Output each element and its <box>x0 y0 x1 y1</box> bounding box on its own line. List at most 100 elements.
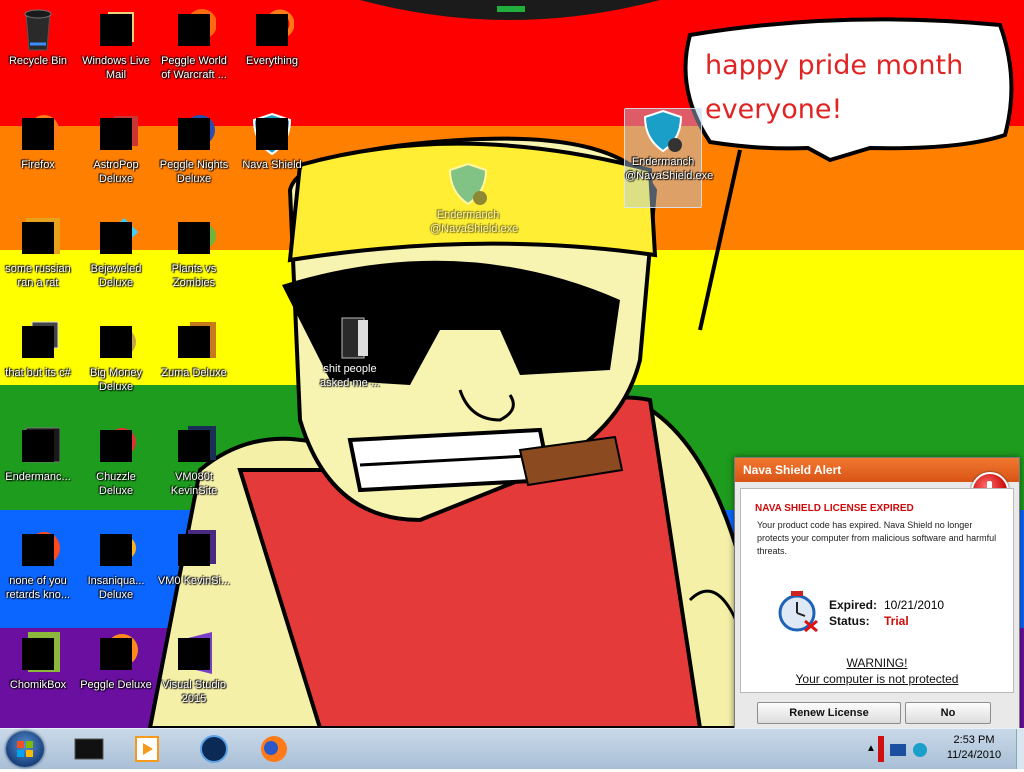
taskbar-clock[interactable]: 2:53 PM 11/24/2010 <box>934 733 1014 763</box>
plants-vs-zombies-icon[interactable]: Plants vs Zombies <box>156 216 232 290</box>
chuzzle-icon[interactable]: Chuzzle Deluxe <box>78 424 154 498</box>
vm0-kevinsite-icon[interactable]: VM0 KevinSi... <box>156 528 232 588</box>
search-glyph <box>250 8 295 52</box>
media-player-icon[interactable] <box>128 733 168 765</box>
icon-label: some russian ran a rat <box>5 263 71 289</box>
icon-label: Nava Shield <box>242 159 302 171</box>
status-row: Status: <box>829 614 870 628</box>
icon-label: Insaniqua... Deluxe <box>87 575 145 601</box>
speech-bubble-text: happy pride month everyone! <box>705 50 964 125</box>
windows-glyph <box>16 320 60 364</box>
expired-value: 10/21/2010 <box>884 598 945 612</box>
icon-label: Peggle Deluxe <box>80 679 152 691</box>
insaniquarium-icon[interactable]: Insaniqua... Deluxe <box>78 528 154 602</box>
visual-studio-icon[interactable]: Visual Studio 2015 <box>156 632 232 706</box>
peggle-nights-icon[interactable]: Peggle Nights Deluxe <box>156 112 232 186</box>
everything-icon[interactable]: Everything <box>234 8 310 68</box>
peggle-wow-glyph <box>172 8 217 52</box>
zuma-glyph <box>172 320 216 364</box>
that-but-its-c-icon[interactable]: that but its c# <box>0 320 76 380</box>
icon-label: VM0 KevinSi... <box>157 575 231 587</box>
icon-label: VM080t KevinSite <box>170 471 218 497</box>
vm-glyph <box>172 528 216 572</box>
peggle-deluxe-icon[interactable]: Peggle Deluxe <box>78 632 154 692</box>
warning-text: Your computer is not protected <box>795 672 959 686</box>
chomikbox-icon[interactable]: ChomikBox <box>0 632 76 692</box>
icon-label: Endermanc... <box>5 471 71 483</box>
bejeweled-icon[interactable]: Bejeweled Deluxe <box>78 216 154 290</box>
plant-glyph <box>172 216 216 260</box>
nava-shield-exe-drag-ghost: Endermanch @NavaShield.exe <box>430 162 519 236</box>
firefox-icon[interactable] <box>254 733 294 765</box>
peggle-nights-glyph <box>172 112 216 156</box>
warning-block: WARNING! Your computer is not protected <box>741 655 1013 687</box>
nava-shield-icon[interactable]: Nava Shield <box>234 112 310 172</box>
icon-label: Recycle Bin <box>8 55 68 67</box>
browser-icon[interactable] <box>194 733 234 765</box>
tray-expand-icon[interactable]: ▲ <box>866 743 876 754</box>
icon-label: Endermanch @NavaShield.exe <box>430 209 519 235</box>
icon-label: Visual Studio 2015 <box>161 679 226 705</box>
file-glyph <box>16 216 62 260</box>
taskbar: ▲ 2:53 PM 11/24/2010 <box>0 728 1024 769</box>
icon-label: Endermanch @NavaShield.exe <box>625 156 714 182</box>
big-money-icon[interactable]: Big Money Deluxe <box>78 320 154 394</box>
firefox-glyph <box>16 112 60 156</box>
icon-label: Zuma Deluxe <box>161 367 227 379</box>
shield-glyph <box>446 162 490 206</box>
icon-label: Everything <box>246 55 298 67</box>
nava-shield-exe-icon[interactable]: Endermanch @NavaShield.exe <box>624 108 714 208</box>
vm080t-icon[interactable]: VM080t KevinSite <box>156 424 232 498</box>
zuma-deluxe-icon[interactable]: Zuma Deluxe <box>156 320 232 380</box>
windows-logo-icon <box>17 741 33 757</box>
game-glyph <box>94 112 138 156</box>
peggle-wow-icon[interactable]: Peggle World of Warcraft ... <box>156 8 232 82</box>
icon-label: Plants vs Zombies <box>171 263 217 289</box>
nava-shield-alert-window: Nava Shield Alert NAVA SHIELD LICENSE EX… <box>734 457 1020 735</box>
clock-icon <box>778 591 818 633</box>
shield-glyph <box>250 112 294 156</box>
icon-label: that but its c# <box>5 367 71 379</box>
start-orb-icon[interactable] <box>6 731 44 767</box>
renew-license-button[interactable]: Renew License <box>757 702 901 724</box>
shit-people-asked-folder-icon[interactable]: shit people asked me ... <box>312 316 388 390</box>
some-russian-icon[interactable]: some russian ran a rat <box>0 216 76 290</box>
icon-label: ChomikBox <box>9 679 67 691</box>
status-value: Trial <box>884 614 909 628</box>
astropop-icon[interactable]: AstroPop Deluxe <box>78 112 154 186</box>
icon-label: Bejeweled Deluxe <box>90 263 142 289</box>
icon-label: Peggle Nights Deluxe <box>159 159 229 185</box>
warning-title: WARNING! <box>846 656 908 670</box>
clock-time: 2:53 PM <box>953 734 995 746</box>
expired-row: Expired: <box>829 598 877 612</box>
window-glyph <box>16 424 61 468</box>
alert-title: Nava Shield Alert <box>743 463 842 477</box>
alert-message: Your product code has expired. Nava Shie… <box>757 520 997 556</box>
show-desktop-button[interactable] <box>1016 729 1024 769</box>
icon-label: Windows Live Mail <box>82 55 150 81</box>
none-of-you-icon[interactable]: none of you retards kno... <box>0 528 76 602</box>
top-green-dots <box>497 6 525 12</box>
icon-label: AstroPop Deluxe <box>93 159 139 185</box>
folder-glyph <box>328 316 372 360</box>
status-label: Status: <box>829 614 870 628</box>
no-button[interactable]: No <box>905 702 991 724</box>
windows-live-mail-icon[interactable]: Windows Live Mail <box>78 8 154 82</box>
gem-glyph <box>94 216 138 260</box>
tray-indicator <box>878 736 884 762</box>
visual-studio-glyph <box>172 632 216 676</box>
endermanch-icon[interactable]: Endermanc... <box>0 424 76 484</box>
peggle-glyph <box>94 632 138 676</box>
recycle-bin-glyph <box>16 8 60 52</box>
icon-label: Big Money Deluxe <box>90 367 142 393</box>
tray-icons[interactable] <box>888 741 934 759</box>
chomik-glyph <box>16 632 60 676</box>
expired-label: Expired: <box>829 598 878 612</box>
recycle-bin-icon[interactable]: Recycle Bin <box>0 8 76 68</box>
shield-glyph <box>641 109 685 153</box>
program-icon[interactable] <box>70 733 110 765</box>
firefox-desktop-icon[interactable]: Firefox <box>0 112 76 172</box>
icon-label: Firefox <box>21 159 55 171</box>
fish-glyph <box>94 528 138 572</box>
icon-label: none of you retards kno... <box>5 575 71 601</box>
